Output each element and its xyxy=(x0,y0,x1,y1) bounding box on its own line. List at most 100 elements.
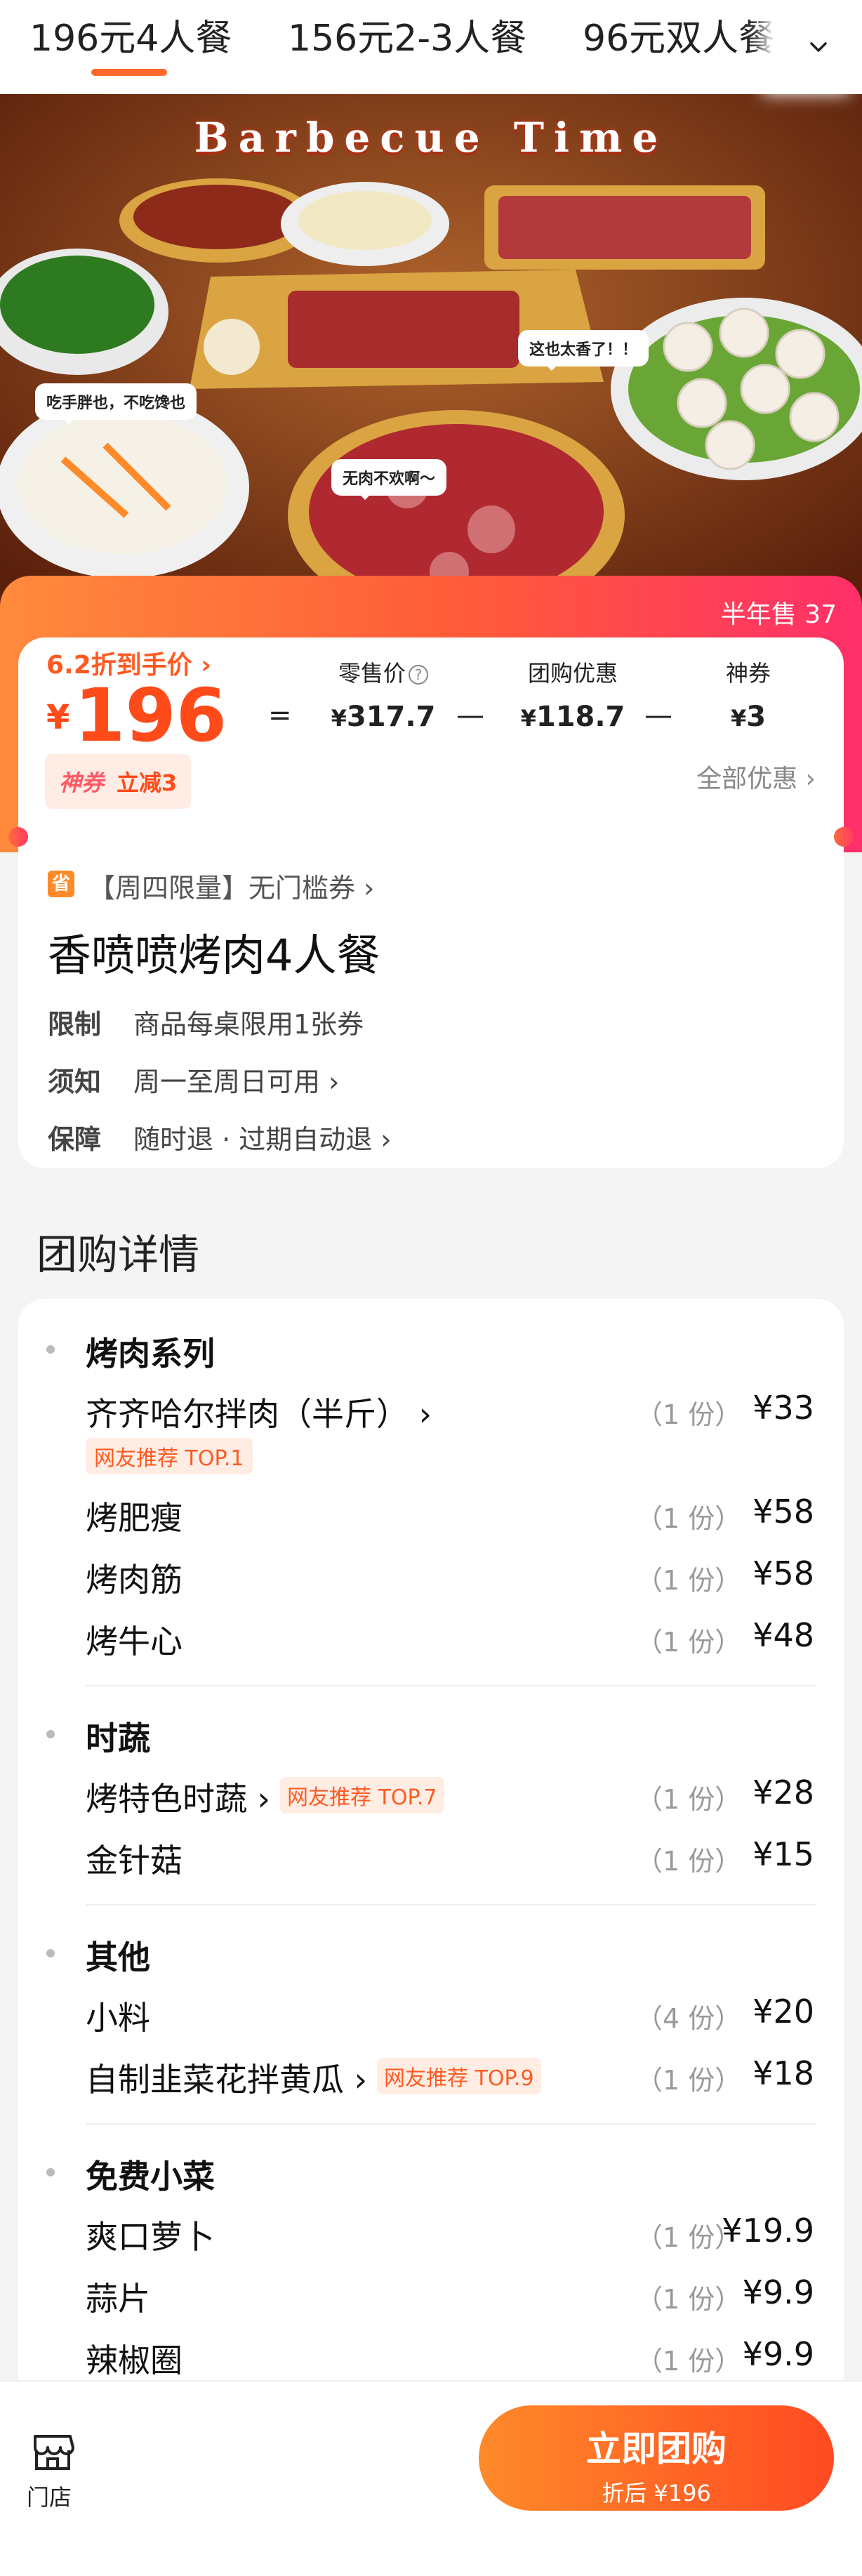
item-qty: （1 份） xyxy=(636,1627,742,1658)
group-bullet xyxy=(46,1730,55,1738)
chevron-down-icon xyxy=(810,42,827,52)
item-price: ¥20 xyxy=(752,1993,814,2030)
store-icon[interactable] xyxy=(29,2429,76,2476)
group-divider xyxy=(86,1685,816,1686)
info-row-key: 保障 xyxy=(48,1124,102,1155)
limited-coupon-link[interactable]: 【周四限量】无门槛券 › xyxy=(88,866,374,905)
coupon-badge-name: 神券 xyxy=(59,770,105,796)
deal-info-card: 省 【周四限量】无门槛券 › 香喷喷烤肉4人餐 限制 商品每桌限用1张券 须知 周一… xyxy=(18,852,844,1168)
ticket-notch-left xyxy=(8,827,28,847)
item-qty: （1 份） xyxy=(636,1784,742,1815)
info-row-limit: 限制 商品每桌限用1张券 xyxy=(48,1003,364,1041)
item-price: ¥58 xyxy=(752,1493,814,1531)
retail-price-value: 317.7 xyxy=(346,701,436,733)
all-offers-link[interactable]: 全部优惠 › xyxy=(696,758,816,795)
group-title-bbq: 烤肉系列 xyxy=(86,1335,215,1373)
info-row-value: 随时退 · 过期自动退 › xyxy=(133,1124,392,1155)
price-banner: 半年售 37 6.2折到手价 › ¥ 196 = 零售价? ¥317.7 — 团… xyxy=(0,576,862,852)
tabs-expand-button[interactable] xyxy=(775,0,862,94)
sold-count: 半年售 37 xyxy=(720,600,837,629)
item-qty: （1 份） xyxy=(636,2222,742,2253)
item-name: 小料 xyxy=(86,1999,150,2037)
retail-price: 零售价? ¥317.7 xyxy=(320,656,446,733)
buy-now-sub: 折后 ¥196 xyxy=(602,2480,711,2506)
item-price: ¥33 xyxy=(752,1389,814,1427)
group-divider xyxy=(86,2123,816,2125)
item-qty: （1 份） xyxy=(636,1399,742,1430)
item-name: 蒜片 xyxy=(86,2280,150,2318)
item-qty: （1 份） xyxy=(636,2346,742,2377)
minus-sign-2: — xyxy=(644,699,672,732)
item-name: 爽口萝卜 xyxy=(86,2218,215,2256)
ticket-notch-right xyxy=(834,827,854,847)
detail-card: 烤肉系列 齐齐哈尔拌肉（半斤） › （1 份） ¥33 网友推荐 TOP.1 烤… xyxy=(18,1299,844,2380)
item-price: ¥48 xyxy=(752,1616,814,1654)
item-qty: （1 份） xyxy=(636,2065,742,2096)
info-row-guarantee[interactable]: 保障 随时退 · 过期自动退 › xyxy=(48,1118,392,1156)
recommend-tag: 网友推荐 TOP.9 xyxy=(377,2058,541,2094)
coupon-badge-text: 立减3 xyxy=(117,770,178,796)
group-discount-label: 团购优惠 xyxy=(527,660,618,687)
detail-heading: 团购详情 xyxy=(37,1231,200,1279)
item-name-with-tag[interactable]: 自制韭菜花拌黄瓜 › 网友推荐 TOP.9 xyxy=(86,2054,541,2101)
group-yen: ¥ xyxy=(520,705,536,732)
package-tabs: 196元4人餐 156元2-3人餐 96元双人餐 xyxy=(0,0,862,94)
item-qty: （4 份） xyxy=(636,2003,742,2034)
item-price: ¥58 xyxy=(752,1554,814,1592)
group-discount: 团购优惠 ¥118.7 xyxy=(510,656,636,733)
item-name: 烤特色时蔬 › xyxy=(86,1780,271,1818)
item-name-with-tag[interactable]: 烤特色时蔬 › 网友推荐 TOP.7 xyxy=(86,1774,444,1820)
bbq-photo-illustration xyxy=(0,94,862,628)
group-bullet xyxy=(46,2168,55,2177)
bottom-action-bar: 门店 立即团购 折后 ¥196 xyxy=(0,2380,862,2576)
hero-image[interactable]: Barbecue Time 吃手胖也，不吃馋也 这也太香了！！ 无肉不欢啊～ xyxy=(0,94,862,628)
recommend-tag: 网友推荐 TOP.1 xyxy=(86,1438,253,1474)
info-row-value: 商品每桌限用1张券 xyxy=(133,1009,364,1040)
buy-now-label: 立即团购 xyxy=(586,2429,727,2469)
item-name: 金针菇 xyxy=(86,1842,183,1880)
store-label[interactable]: 门店 xyxy=(27,2480,72,2512)
page: 196元4人餐 156元2-3人餐 96元双人餐 Barbecue Time 吃… xyxy=(0,0,862,2576)
tab-96-2[interactable]: 96元双人餐 xyxy=(583,14,775,63)
tab-196-4[interactable]: 196元4人餐 xyxy=(29,14,232,63)
item-name: 自制韭菜花拌黄瓜 › xyxy=(86,2061,368,2099)
question-icon[interactable]: ? xyxy=(409,665,428,685)
minus-sign: — xyxy=(456,699,484,732)
info-row-key: 限制 xyxy=(48,1009,102,1040)
item-qty: （1 份） xyxy=(636,1565,742,1596)
active-tab-indicator xyxy=(91,69,167,76)
item-price: ¥18 xyxy=(752,2054,814,2092)
group-title-free-sides: 免费小菜 xyxy=(86,2158,215,2195)
tab-156-23[interactable]: 156元2-3人餐 xyxy=(288,14,526,63)
price-card: 6.2折到手价 › ¥ 196 = 零售价? ¥317.7 — 团购优惠 ¥11… xyxy=(18,638,844,852)
hero-title: Barbecue Time xyxy=(194,114,668,161)
info-row-value: 周一至周日可用 › xyxy=(133,1066,340,1097)
group-bullet xyxy=(46,1949,55,1957)
deal-title: 香喷喷烤肉4人餐 xyxy=(48,930,380,981)
group-discount-value: 118.7 xyxy=(536,701,625,733)
hero-bubble-1: 吃手胖也，不吃馋也 xyxy=(35,383,197,424)
item-name: 烤肉筋 xyxy=(86,1561,183,1599)
price-currency: ¥ xyxy=(46,698,70,737)
item-qty: （1 份） xyxy=(636,1503,742,1534)
item-name[interactable]: 齐齐哈尔拌肉（半斤） › xyxy=(86,1389,432,1435)
info-row-key: 须知 xyxy=(48,1066,102,1097)
coupon-discount-label: 神券 xyxy=(725,660,771,687)
coupon-discount-value: 3 xyxy=(746,701,767,733)
group-bullet xyxy=(46,1345,55,1354)
item-name: 辣椒圈 xyxy=(86,2341,183,2379)
group-title-other: 其他 xyxy=(86,1938,150,1976)
item-name: 烤肥瘦 xyxy=(86,1499,183,1537)
coupon-yen: ¥ xyxy=(730,705,747,732)
hero-bubble-2: 这也太香了！！ xyxy=(518,330,649,371)
group-divider xyxy=(86,1904,816,1905)
item-name: 烤牛心 xyxy=(86,1623,183,1660)
item-price: ¥15 xyxy=(752,1835,814,1873)
retail-price-label: 零售价 xyxy=(338,660,406,687)
coupon-discount: 神券 ¥3 xyxy=(699,656,797,733)
info-row-notice[interactable]: 须知 周一至周日可用 › xyxy=(48,1060,339,1099)
coupon-badge[interactable]: 神券 立减3 xyxy=(45,754,192,809)
equals-sign: = xyxy=(268,699,292,732)
item-qty: （1 份） xyxy=(636,1846,742,1877)
buy-now-button[interactable]: 立即团购 折后 ¥196 xyxy=(479,2405,834,2511)
